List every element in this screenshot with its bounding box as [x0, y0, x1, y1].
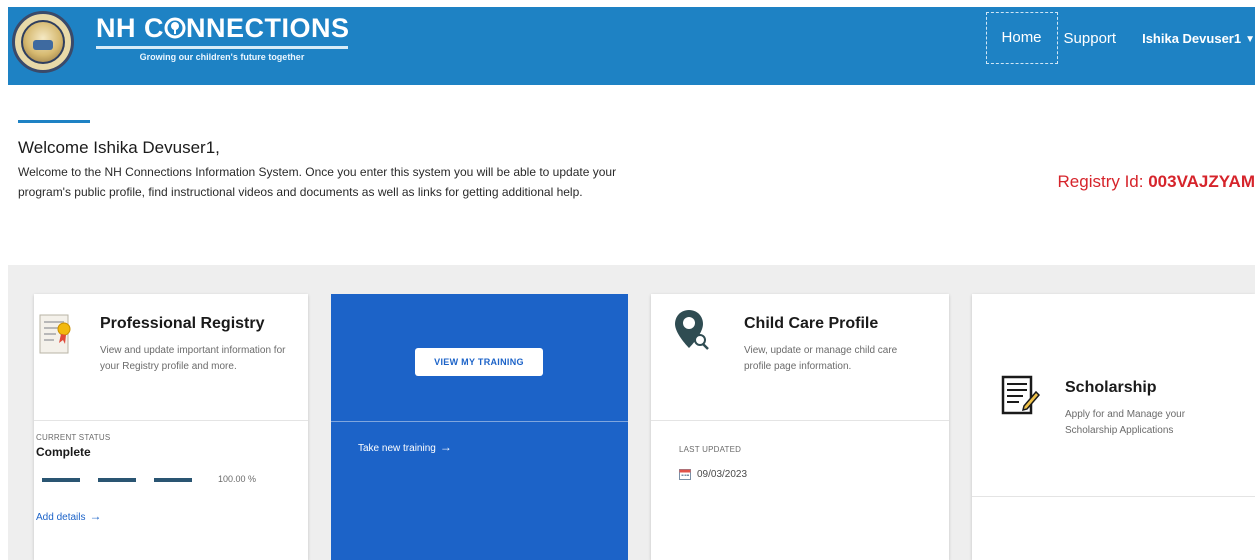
professional-registry-card[interactable]: Professional Registry View and update im… — [34, 294, 308, 560]
card-divider — [34, 420, 308, 421]
caret-down-icon: ▼ — [1245, 33, 1255, 45]
last-updated-row: 09/03/2023 — [679, 468, 747, 480]
welcome-accent-line — [18, 120, 90, 123]
registry-id: Registry Id: 003VAJZYAM — [1058, 172, 1255, 192]
card-divider — [972, 496, 1255, 497]
view-my-training-button[interactable]: VIEW MY TRAINING — [415, 348, 543, 376]
professional-registry-description: View and update important information fo… — [100, 345, 286, 372]
scholarship-description: Apply for and Manage your Scholarship Ap… — [1065, 409, 1186, 436]
progress-segment — [98, 478, 136, 482]
nav-support-link[interactable]: Support — [1064, 30, 1117, 47]
calendar-icon — [679, 469, 691, 480]
user-name: Ishika Devuser1 — [1142, 30, 1242, 46]
brand-title-prefix: NH C — [96, 13, 164, 43]
scholarship-title: Scholarship — [1065, 379, 1157, 396]
child-care-profile-card[interactable]: Child Care Profile View, update or manag… — [651, 294, 949, 560]
take-new-training-label: Take new training — [358, 443, 436, 454]
registry-id-value: 003VAJZYAM — [1148, 172, 1255, 191]
add-details-label: Add details — [36, 512, 86, 523]
page: NH C NNECTIONS Growing our children's fu… — [0, 0, 1255, 560]
state-seal-logo[interactable] — [12, 11, 74, 73]
seal-emblem — [21, 20, 65, 64]
take-new-training-link[interactable]: Take new training → — [358, 440, 452, 454]
card-divider — [651, 420, 949, 421]
document-list-icon — [1001, 375, 1040, 415]
scholarship-card[interactable]: Scholarship Apply for and Manage your Sc… — [972, 294, 1255, 560]
nav-home-link[interactable]: Home — [985, 12, 1058, 64]
brand-title: NH C NNECTIONS — [96, 13, 350, 43]
location-pin-icon — [675, 310, 709, 350]
last-updated-value: 09/03/2023 — [697, 468, 748, 480]
child-care-profile-description: View, update or manage child care profil… — [744, 345, 898, 372]
professional-registry-title: Professional Registry — [100, 315, 265, 332]
card-divider — [331, 421, 628, 422]
main-nav: Home Support Ishika Devuser1 ▼ — [985, 12, 1255, 64]
current-status-value: Complete — [36, 445, 91, 459]
brand-tagline: Growing our children's future together — [139, 52, 305, 62]
registry-id-label: Registry Id: — [1057, 172, 1149, 191]
tree-o-mark-icon — [164, 17, 186, 39]
current-status-label: CURRENT STATUS — [36, 433, 111, 442]
brand-title-suffix: NNECTIONS — [186, 13, 350, 43]
brand-block[interactable]: NH C NNECTIONS Growing our children's fu… — [96, 13, 350, 62]
arrow-right-icon: → — [89, 509, 102, 523]
top-navigation-bar: NH C NNECTIONS Growing our children's fu… — [8, 7, 1255, 85]
user-menu[interactable]: Ishika Devuser1 ▼ — [1142, 31, 1255, 46]
last-updated-label: LAST UPDATED — [679, 445, 742, 454]
arrow-right-icon: → — [439, 440, 452, 454]
child-care-profile-title: Child Care Profile — [744, 315, 879, 332]
add-details-link[interactable]: Add details → — [36, 509, 101, 523]
progress-percent: 100.00 % — [218, 474, 257, 484]
progress-segment — [42, 478, 80, 482]
certificate-icon — [39, 314, 71, 354]
welcome-title: Welcome Ishika Devuser1, — [18, 138, 220, 157]
welcome-description: Welcome to the NH Connections Informatio… — [18, 165, 617, 199]
brand-divider — [96, 46, 348, 49]
progress-segment — [154, 478, 192, 482]
training-card: VIEW MY TRAINING Take new training → — [331, 294, 628, 560]
